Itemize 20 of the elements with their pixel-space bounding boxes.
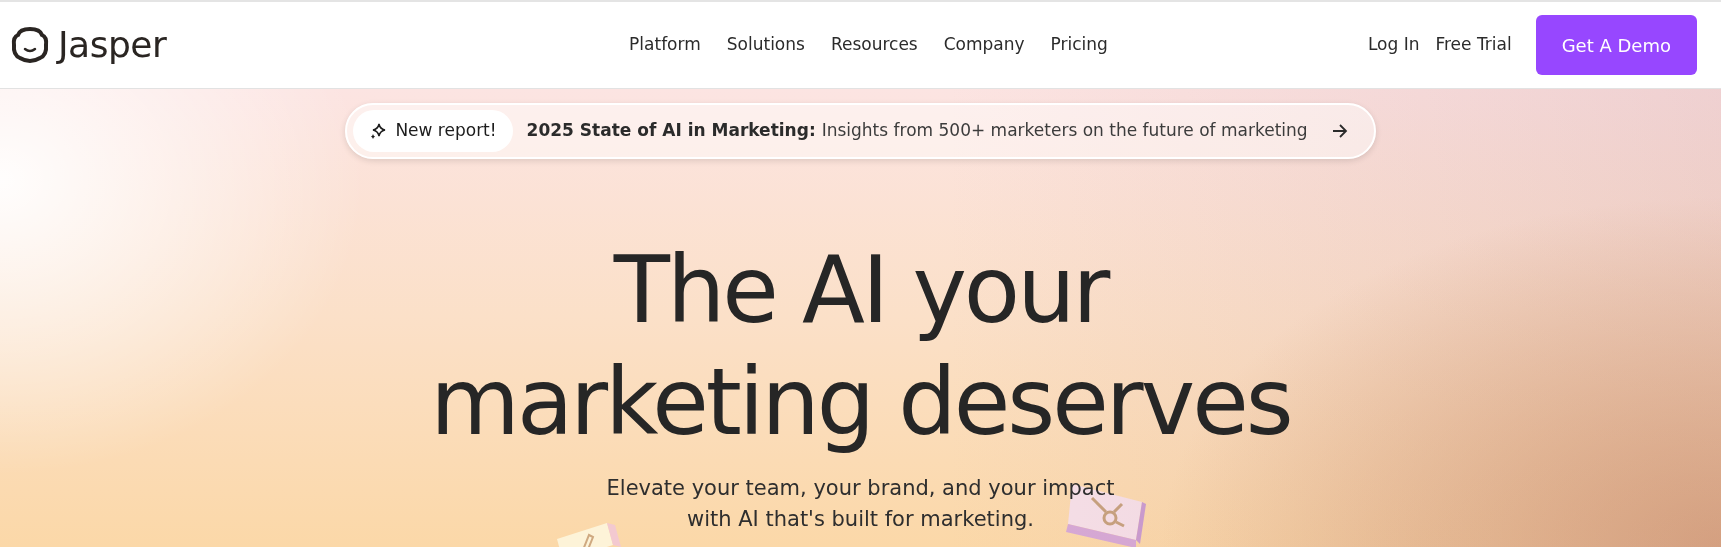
nav-link[interactable]: Company: [930, 32, 1038, 58]
hero-headline: The AI your: [612, 235, 1110, 346]
smiley-face-logo-icon: [10, 25, 50, 65]
banner-text: Insights from 500+ marketers on the future of marketing: [821, 119, 1308, 142]
nav-link[interactable]: Platform: [616, 32, 714, 58]
hero-subtitle: with AI that's built for marketing.: [686, 505, 1035, 533]
nav-link[interactable]: Log In: [1359, 32, 1428, 58]
arrow-right-icon: [1331, 123, 1348, 138]
brand-name[interactable]: Jasper: [58, 18, 167, 72]
nav-link[interactable]: Solutions: [713, 32, 818, 58]
hero-headline: marketing deserves: [430, 347, 1291, 458]
nav-link[interactable]: Resources: [817, 32, 931, 58]
announcement-banner[interactable]: New report! 2025 State of AI in Marketing: Insights from 500+ marketers on the future of marketing: [345, 103, 1376, 159]
sparkle-icon: [369, 121, 388, 140]
banner-title: 2025 State of AI in Marketing:: [526, 119, 816, 142]
hero-subtitle: Elevate your team, your brand, and your impact: [606, 474, 1115, 502]
new-report-tag: New report!: [353, 110, 513, 152]
nav-link[interactable]: Pricing: [1037, 32, 1121, 58]
nav-link[interactable]: Free Trial: [1427, 32, 1520, 58]
get-demo-button[interactable]: Get A Demo: [1535, 15, 1697, 75]
